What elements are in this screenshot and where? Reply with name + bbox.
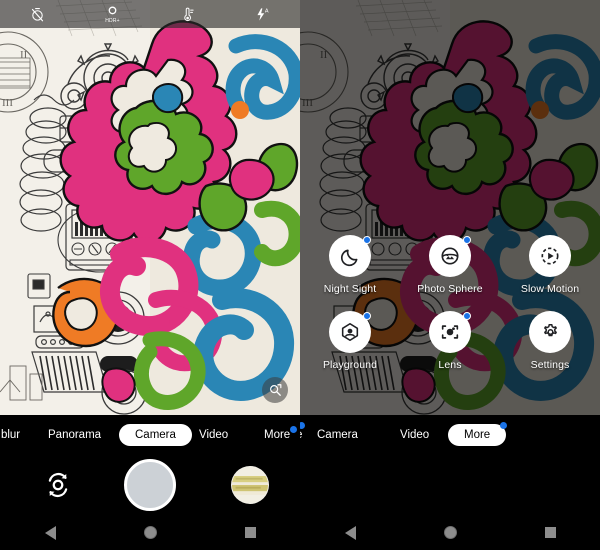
mode-camera-selected[interactable]: Camera xyxy=(119,424,192,446)
playground-button[interactable] xyxy=(329,311,371,353)
photo-sphere-icon xyxy=(441,247,459,265)
mode-video[interactable]: Video xyxy=(199,429,228,441)
mode-camera[interactable]: Camera xyxy=(317,429,358,441)
mode-more-selected-badge-dot xyxy=(500,422,508,429)
camera-viewfinder-right[interactable]: II III Night Sight Photo Sphere Slow Mot… xyxy=(300,0,600,415)
mode-more-selected-label: More xyxy=(464,429,491,441)
switch-camera-button[interactable] xyxy=(38,465,78,505)
mode-selector-right[interactable]: e Camera Video More xyxy=(300,415,600,455)
slow-motion-label: Slow Motion xyxy=(520,283,580,295)
gear-icon xyxy=(543,323,557,336)
zoom-button[interactable] xyxy=(262,377,288,403)
phone-panel-left: II III HDR+ A blur Panorama Camera Video… xyxy=(0,0,300,550)
photo-sphere-label: Photo Sphere xyxy=(417,283,483,295)
mode-more-label: More xyxy=(264,429,291,441)
lens-label: Lens xyxy=(438,359,462,371)
hdr-plus-button[interactable]: HDR+ xyxy=(75,5,150,24)
home-circle-icon xyxy=(143,526,157,539)
nav-back-button[interactable] xyxy=(28,515,72,550)
moon-icon xyxy=(340,249,357,266)
nav-home-button[interactable] xyxy=(128,515,172,550)
flash-auto-button[interactable]: A xyxy=(225,7,300,22)
settings-button[interactable] xyxy=(529,311,571,353)
lens-badge-dot xyxy=(463,312,471,320)
mode-more-badge-dot xyxy=(290,426,298,433)
flash-auto-icon: A xyxy=(256,7,268,21)
shutter-bar xyxy=(0,455,300,515)
mode-lens-blur[interactable]: s blur xyxy=(0,429,20,441)
viewfinder-artwork: II III xyxy=(0,0,300,415)
nav-recents-button-right[interactable] xyxy=(528,515,572,550)
android-nav-bar-right xyxy=(300,515,600,550)
mode-clipped-badge-dot xyxy=(300,422,306,429)
hdr-plus-label: HDR+ xyxy=(105,17,120,24)
gallery-thumbnail-button[interactable] xyxy=(231,466,269,504)
timer-off-icon xyxy=(31,7,44,21)
white-balance-button[interactable] xyxy=(150,7,225,22)
mode-selector-left[interactable]: s blur Panorama Camera Video More xyxy=(0,415,300,455)
timer-off-button[interactable] xyxy=(0,7,75,22)
camera-status-bar-left: HDR+ A xyxy=(0,0,300,28)
recents-square-icon xyxy=(244,527,256,538)
mode-clipped-label: e xyxy=(300,429,302,441)
more-item-slow-motion[interactable]: Slow Motion xyxy=(500,235,600,295)
more-item-settings[interactable]: Settings xyxy=(500,311,600,371)
slow-motion-button[interactable] xyxy=(529,235,571,277)
screenshot-root: II III HDR+ A blur Panorama Camera Video… xyxy=(0,0,600,550)
back-triangle-icon xyxy=(44,525,56,540)
svg-text:III: III xyxy=(2,97,13,109)
svg-text:II: II xyxy=(320,49,328,61)
more-item-photo-sphere[interactable]: Photo Sphere xyxy=(400,235,500,295)
more-item-playground[interactable]: Playground xyxy=(300,311,400,371)
recents-square-icon xyxy=(544,527,556,538)
hdr-plus-icon xyxy=(108,6,117,14)
nav-back-button-right[interactable] xyxy=(328,515,372,550)
gallery-thumbnail-image xyxy=(232,467,268,503)
back-triangle-icon xyxy=(344,525,356,540)
night-sight-label: Night Sight xyxy=(323,283,377,295)
playground-label: Playground xyxy=(322,359,378,371)
white-balance-icon xyxy=(184,7,194,21)
more-item-night-sight[interactable]: Night Sight xyxy=(300,235,400,295)
playground-badge-dot xyxy=(363,312,371,320)
photo-sphere-button[interactable] xyxy=(429,235,471,277)
playground-icon xyxy=(341,322,359,342)
shutter-button[interactable] xyxy=(124,459,176,511)
settings-label: Settings xyxy=(530,359,570,371)
more-item-lens[interactable]: Lens xyxy=(400,311,500,371)
mode-panorama[interactable]: Panorama xyxy=(48,429,101,441)
svg-text:III: III xyxy=(302,97,313,109)
svg-text:A: A xyxy=(264,8,268,14)
zoom-magnifier-icon xyxy=(270,384,282,396)
more-menu-grid: Night Sight Photo Sphere Slow Motion Pla… xyxy=(300,235,600,371)
photo-sphere-badge-dot xyxy=(463,236,471,244)
slow-motion-icon xyxy=(541,247,559,265)
phone-panel-right: II III Night Sight Photo Sphere Slow Mot… xyxy=(300,0,600,550)
night-sight-button[interactable] xyxy=(329,235,371,277)
mode-more[interactable]: More xyxy=(264,426,298,441)
camera-flip-icon xyxy=(48,472,68,498)
nav-recents-button[interactable] xyxy=(228,515,272,550)
night-sight-badge-dot xyxy=(363,236,371,244)
mode-video-right[interactable]: Video xyxy=(400,429,429,441)
mode-more-selected[interactable]: More xyxy=(448,422,508,446)
lens-button[interactable] xyxy=(429,311,471,353)
svg-text:II: II xyxy=(20,49,28,61)
lens-icon xyxy=(441,325,459,339)
home-circle-icon xyxy=(443,526,457,539)
camera-viewfinder-left[interactable]: II III HDR+ A xyxy=(0,0,300,415)
nav-home-button-right[interactable] xyxy=(428,515,472,550)
mode-clipped-edge[interactable]: e xyxy=(300,422,306,441)
android-nav-bar-left xyxy=(0,515,300,550)
